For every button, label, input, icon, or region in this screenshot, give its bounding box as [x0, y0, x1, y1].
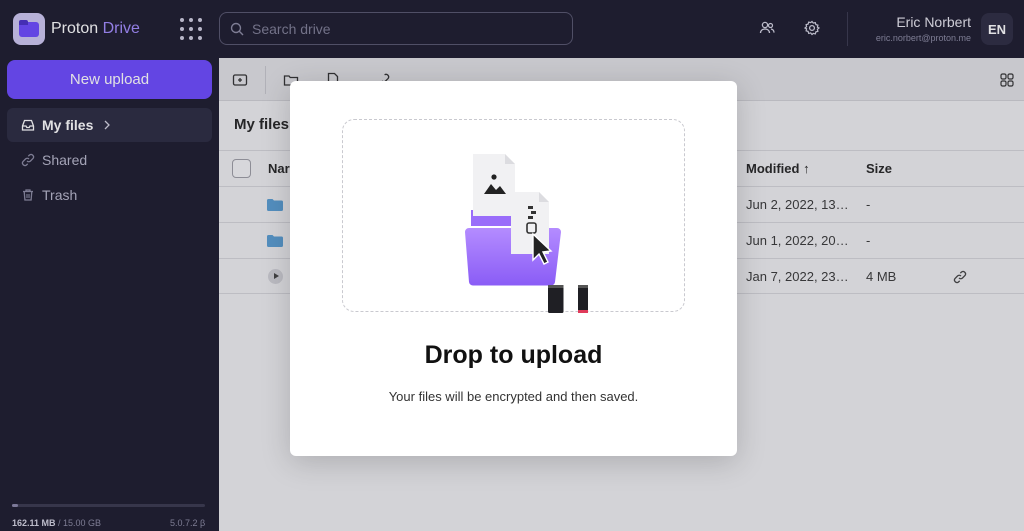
file-card-icon — [548, 285, 564, 313]
drop-zone[interactable] — [342, 119, 685, 313]
upload-illustration-icon — [465, 154, 588, 313]
drop-to-upload-modal[interactable]: Drop to upload Your files will be encryp… — [290, 81, 737, 456]
modal-subtitle: Your files will be encrypted and then sa… — [388, 389, 639, 404]
modal-title: Drop to upload — [424, 341, 603, 369]
